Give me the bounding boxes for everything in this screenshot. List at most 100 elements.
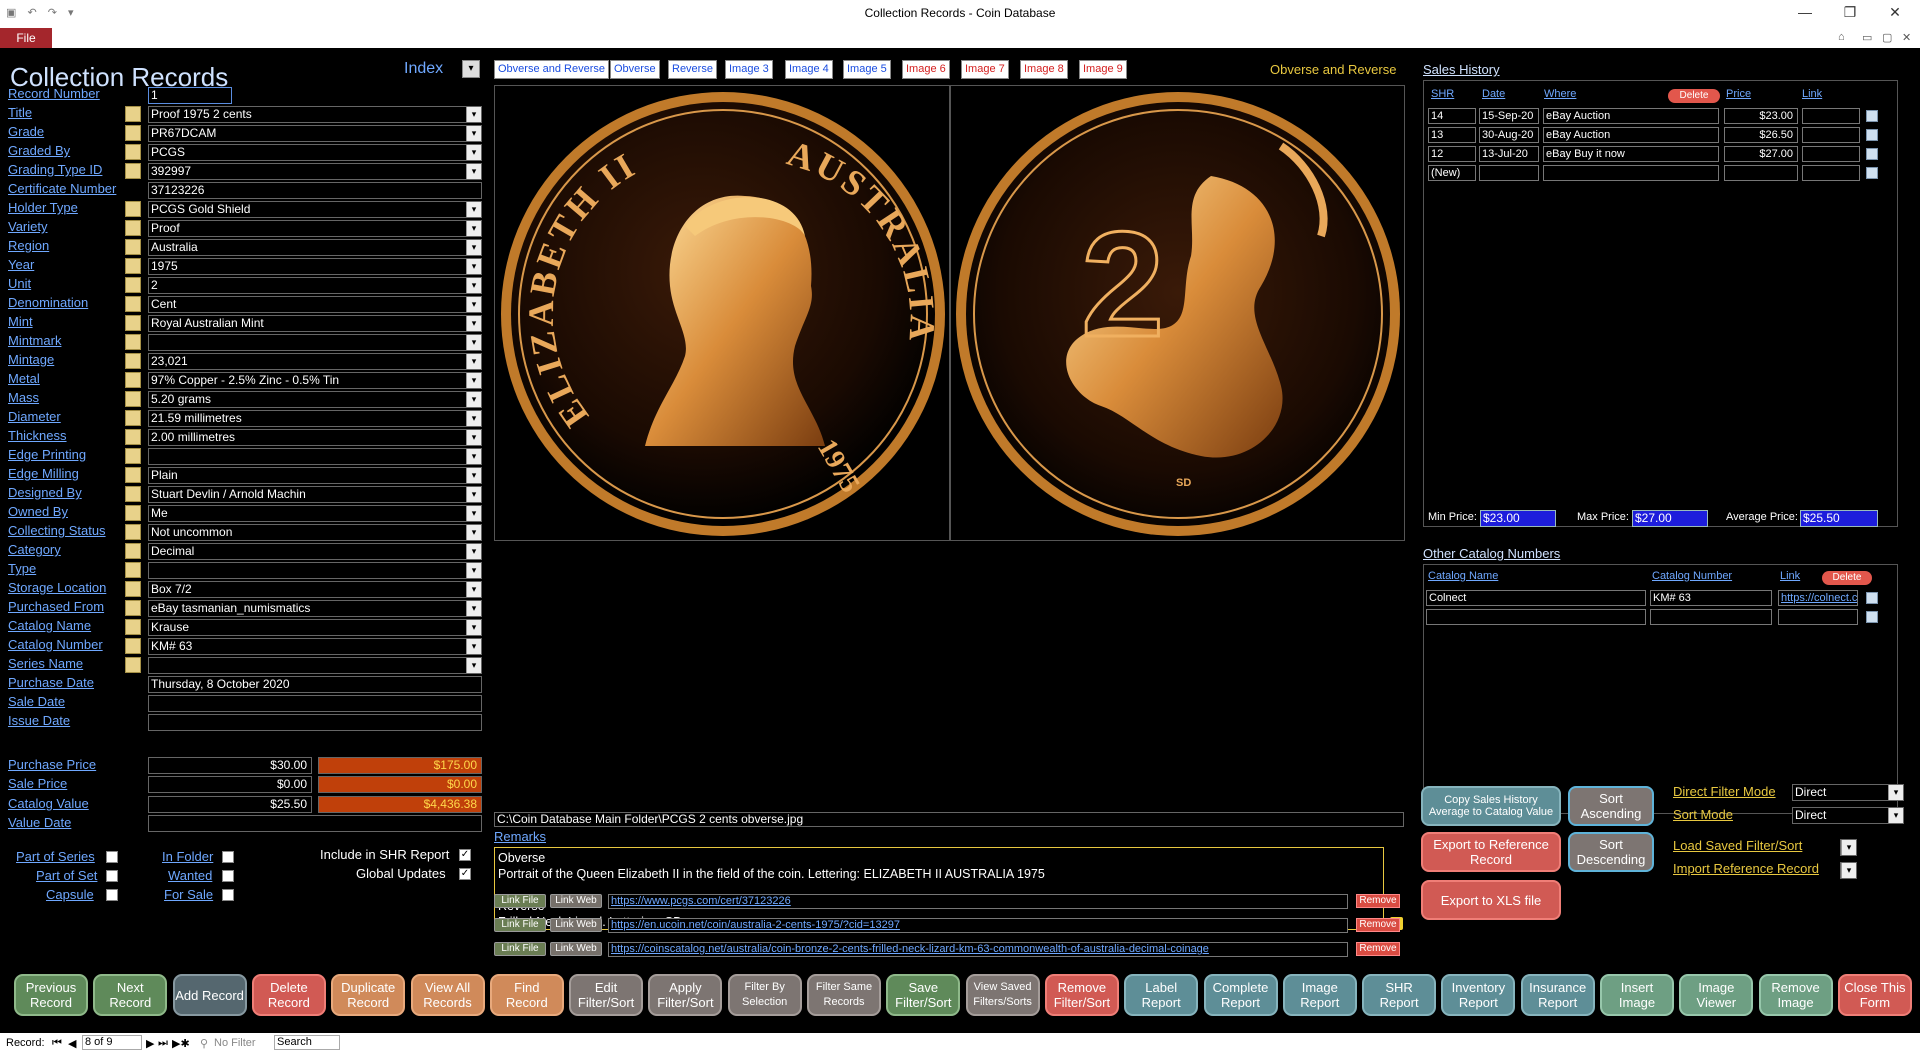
money-value-sale-price[interactable]: $0.00 [148,776,312,793]
money-value-purchase-price[interactable]: $30.00 [148,757,312,774]
in-folder-checkbox[interactable] [222,851,234,863]
lookup-icon-graded-by[interactable] [125,144,141,160]
tab-image-7[interactable]: Image 7 [961,60,1009,79]
sort-mode-select[interactable]: Direct ▾ [1792,807,1904,824]
button-view-saved-filters-sorts[interactable]: View Saved Filters/Sorts [965,974,1040,1016]
sh-cell-date[interactable] [1479,165,1539,181]
lookup-icon-edge-printing[interactable] [125,448,141,464]
sh-row-open-icon[interactable] [1866,110,1878,122]
field-label-mint[interactable]: Mint [8,314,33,329]
sh-cell-date[interactable]: 13-Jul-20 [1479,146,1539,162]
field-input-graded-by[interactable]: PCGS ▾ [148,144,482,161]
lookup-icon-collecting-status[interactable] [125,524,141,540]
field-input-edge-printing[interactable]: ▾ [148,448,482,465]
link-url-field[interactable]: https://en.ucoin.net/coin/australia-2-ce… [608,918,1348,933]
lookup-icon-unit[interactable] [125,277,141,293]
ribbon-restore-icon[interactable]: ▢ [1882,31,1892,44]
oc-delete-button[interactable]: Delete [1822,571,1872,585]
no-filter-label[interactable]: No Filter [214,1037,256,1049]
field-input-denomination[interactable]: Cent ▾ [148,296,482,313]
oc-cell-link[interactable] [1778,609,1858,625]
button-image-report[interactable]: Image Report [1282,974,1357,1016]
lookup-icon-catalog-number[interactable] [125,638,141,654]
lookup-icon-mint[interactable] [125,315,141,331]
button-next-record[interactable]: Next Record [93,974,168,1016]
field-label-purchase-date[interactable]: Purchase Date [8,675,94,690]
sh-cell-price[interactable]: $23.00 [1724,108,1798,124]
field-input-diameter[interactable]: 21.59 millimetres ▾ [148,410,482,427]
sh-cell-price[interactable] [1724,165,1798,181]
export-xls-button[interactable]: Export to XLS file [1421,880,1561,920]
field-input-certificate-number[interactable]: 37123226 [148,182,482,199]
lookup-icon-owned-by[interactable] [125,505,141,521]
field-label-unit[interactable]: Unit [8,276,31,291]
sh-cell-shr[interactable]: (New) [1428,165,1476,181]
field-input-grade[interactable]: PR67DCAM ▾ [148,125,482,142]
lookup-icon-diameter[interactable] [125,410,141,426]
sh-cell-where[interactable]: eBay Auction [1543,127,1719,143]
file-tab[interactable]: File [0,28,52,48]
sh-row-open-icon[interactable] [1866,129,1878,141]
lookup-icon-type[interactable] [125,562,141,578]
sh-cell-link[interactable] [1802,146,1860,162]
lookup-icon-mintmark[interactable] [125,334,141,350]
money-label-value-date[interactable]: Value Date [8,815,71,830]
money-label-catalog-value[interactable]: Catalog Value [8,796,89,811]
field-input-storage-location[interactable]: Box 7/2 ▾ [148,581,482,598]
include-shr-checkbox[interactable]: ✓ [459,849,471,861]
field-input-collecting-status[interactable]: Not uncommon ▾ [148,524,482,541]
field-input-sale-date[interactable] [148,695,482,712]
sh-cell-shr[interactable]: 12 [1428,146,1476,162]
lookup-icon-storage-location[interactable] [125,581,141,597]
link-file-button[interactable]: Link File [494,918,546,932]
oc-cell-number[interactable]: KM# 63 [1650,590,1772,606]
first-record-icon[interactable]: ⏮ [52,1037,62,1050]
button-shr-report[interactable]: SHR Report [1362,974,1437,1016]
field-label-owned-by[interactable]: Owned By [8,504,68,519]
link-remove-button[interactable]: Remove [1356,918,1400,932]
field-label-region[interactable]: Region [8,238,49,253]
field-input-series-name[interactable]: ▾ [148,657,482,674]
field-input-region[interactable]: Australia ▾ [148,239,482,256]
ribbon-collapse-icon[interactable]: ⌂ [1838,31,1845,43]
button-find-record[interactable]: Find Record [489,974,564,1016]
lookup-icon-mintage[interactable] [125,353,141,369]
field-label-record-number[interactable]: Record Number [8,86,100,101]
field-input-issue-date[interactable] [148,714,482,731]
lookup-icon-grade[interactable] [125,125,141,141]
field-label-variety[interactable]: Variety [8,219,48,234]
lookup-icon-series-name[interactable] [125,657,141,673]
button-label-report[interactable]: Label Report [1124,974,1199,1016]
sh-cell-where[interactable]: eBay Auction [1543,108,1719,124]
lookup-icon-variety[interactable] [125,220,141,236]
button-remove-image[interactable]: Remove Image [1758,974,1833,1016]
sh-cell-link[interactable] [1802,127,1860,143]
average-price-value[interactable]: $25.50 [1800,510,1878,527]
ribbon-close-icon[interactable]: ✕ [1902,31,1911,44]
ribbon-minimize-icon[interactable]: ▭ [1862,31,1872,44]
link-remove-button[interactable]: Remove [1356,942,1400,956]
link-web-button[interactable]: Link Web [550,942,602,956]
field-input-owned-by[interactable]: Me ▾ [148,505,482,522]
tab-image-5[interactable]: Image 5 [843,60,891,79]
max-price-value[interactable]: $27.00 [1632,510,1708,527]
field-label-grading-type-id[interactable]: Grading Type ID [8,162,102,177]
field-input-designed-by[interactable]: Stuart Devlin / Arnold Machin ▾ [148,486,482,503]
field-label-thickness[interactable]: Thickness [8,428,67,443]
restore-icon[interactable]: ❐ [1835,4,1865,21]
field-input-mass[interactable]: 5.20 grams ▾ [148,391,482,408]
button-close-this-form[interactable]: Close This Form [1837,974,1912,1016]
sh-cell-date[interactable]: 30-Aug-20 [1479,127,1539,143]
field-label-purchased-from[interactable]: Purchased From [8,599,104,614]
field-input-year[interactable]: 1975 ▾ [148,258,482,275]
sh-cell-shr[interactable]: 13 [1428,127,1476,143]
tab-obverse-and-reverse[interactable]: Obverse and Reverse [494,60,609,79]
link-web-button[interactable]: Link Web [550,918,602,932]
tab-reverse[interactable]: Reverse [668,60,717,79]
link-url-field[interactable]: https://coinscatalog.net/australia/coin-… [608,942,1348,957]
sh-delete-button[interactable]: Delete [1668,89,1720,103]
button-save-filter-sort[interactable]: Save Filter/Sort [886,974,961,1016]
field-input-type[interactable]: ▾ [148,562,482,579]
field-label-type[interactable]: Type [8,561,36,576]
link-remove-button[interactable]: Remove [1356,894,1400,908]
